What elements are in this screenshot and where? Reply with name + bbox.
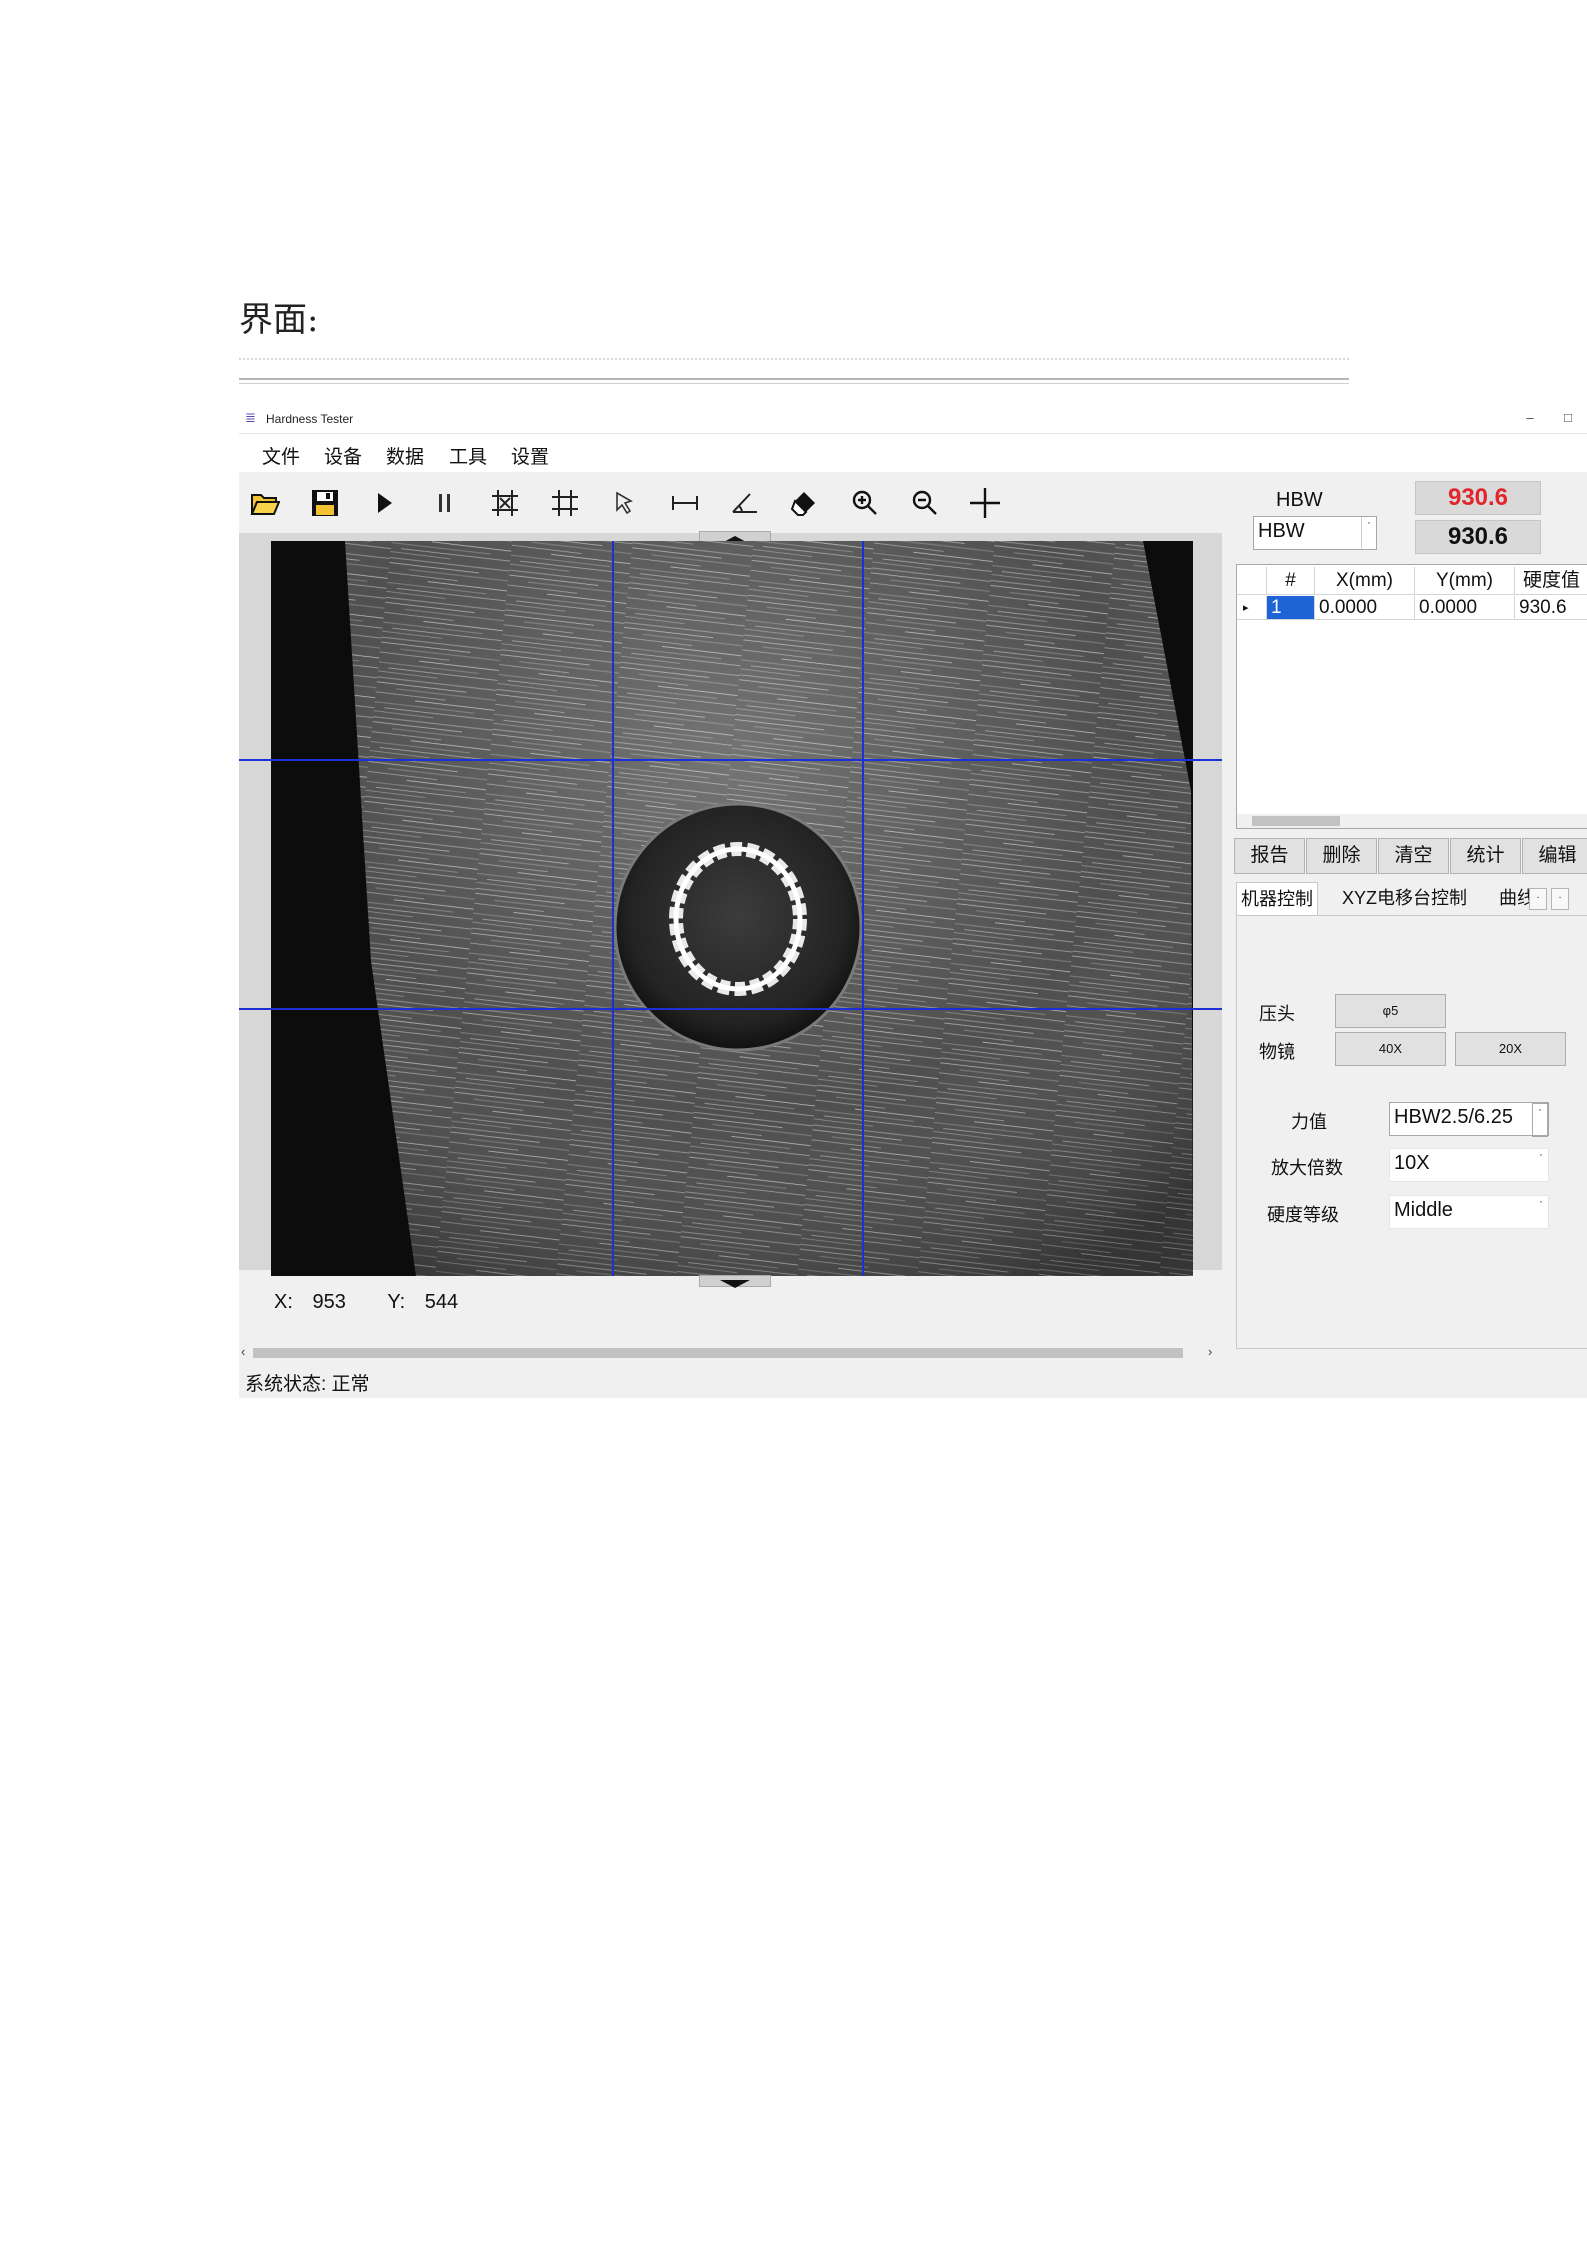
machine-control-panel: 压头 φ5 物镜 40X 20X 力值 HBW2.5/6.25 · 放大倍数 1… [1236, 915, 1587, 1349]
crosshair-icon[interactable] [965, 484, 1005, 522]
menu-file[interactable]: 文件 [262, 442, 300, 469]
open-folder-icon[interactable] [245, 484, 285, 522]
double-divider [239, 378, 1349, 384]
table-cell-y[interactable]: 0.0000 [1415, 596, 1515, 620]
y-coordinate-value: 544 [424, 1291, 459, 1313]
indenter-button[interactable]: φ5 [1335, 994, 1446, 1028]
objective-20x-button[interactable]: 20X [1455, 1032, 1566, 1066]
table-cell-x[interactable]: 0.0000 [1315, 596, 1415, 620]
status-bar: 系统状态: 正常 [239, 1361, 1587, 1398]
x-coordinate-label: X: [274, 1291, 293, 1313]
chevron-down-icon[interactable]: · [1534, 1149, 1548, 1181]
menu-data[interactable]: 数据 [386, 442, 424, 469]
objective-40x-button[interactable]: 40X [1335, 1032, 1446, 1066]
select-pointer-icon[interactable] [605, 484, 645, 522]
tab-scroll-right-icon[interactable]: · [1551, 888, 1569, 910]
save-icon[interactable] [305, 484, 345, 522]
app-window: ≣ Hardness Tester – □ 文件 设备 数据 工具 设置 X: … [239, 405, 1587, 1398]
zoom-in-icon[interactable] [845, 484, 885, 522]
magnification-select[interactable]: 10X · [1389, 1148, 1549, 1182]
tab-xyz-stage-control[interactable]: XYZ电移台控制 [1338, 882, 1471, 915]
indenter-label: 压头 [1259, 1004, 1295, 1024]
eraser-icon[interactable] [785, 484, 825, 522]
chevron-down-icon[interactable]: · [1361, 517, 1376, 549]
y-coordinate-label: Y: [387, 1291, 406, 1313]
results-table[interactable]: # X(mm) Y(mm) 硬度值 ▸ 1 0.0000 0.0000 930.… [1236, 564, 1587, 829]
objective-label: 物镜 [1259, 1042, 1295, 1062]
column-header-y[interactable]: Y(mm) [1415, 567, 1515, 595]
edit-button[interactable]: 编辑 [1522, 838, 1587, 874]
magnification-select-value: 10X [1394, 1152, 1430, 1174]
scrollbar-thumb[interactable] [253, 1348, 1183, 1358]
x-coordinate-value: 953 [312, 1291, 346, 1313]
horizontal-scrollbar[interactable]: ‹ › [239, 1344, 1222, 1360]
tab-machine-control[interactable]: 机器控制 [1236, 882, 1318, 916]
statistics-button[interactable]: 统计 [1450, 838, 1521, 874]
image-viewer[interactable] [239, 531, 1222, 1288]
hardness-scale-select-value: HBW [1258, 520, 1305, 542]
document-heading: 界面: [239, 300, 319, 340]
force-select[interactable]: HBW2.5/6.25 · [1389, 1102, 1549, 1137]
force-label: 力值 [1291, 1112, 1327, 1132]
row-header-corner [1237, 567, 1267, 595]
system-status: 系统状态: 正常 [245, 1374, 370, 1395]
delete-button[interactable]: 删除 [1306, 838, 1377, 874]
guide-line-top[interactable] [239, 759, 1222, 761]
hardness-scale-select[interactable]: HBW · [1253, 516, 1377, 550]
hardness-level-select-value: Middle [1394, 1199, 1453, 1221]
hardness-level-label: 硬度等级 [1267, 1205, 1339, 1225]
magnification-label: 放大倍数 [1271, 1158, 1343, 1178]
play-icon[interactable] [365, 484, 405, 522]
cursor-coordinates: X: 953 Y: 544 [274, 1291, 458, 1314]
force-select-value: HBW2.5/6.25 [1394, 1106, 1513, 1128]
tab-strip: 机器控制 XYZ电移台控制 曲线 · · [1236, 882, 1587, 916]
clear-button[interactable]: 清空 [1378, 838, 1449, 874]
table-cell-hardness[interactable]: 930.6 [1515, 596, 1587, 620]
hardness-value-primary: 930.6 [1415, 481, 1541, 515]
guide-line-bottom[interactable] [239, 1008, 1222, 1010]
table-scrollbar-thumb[interactable] [1252, 816, 1340, 826]
hardness-level-select[interactable]: Middle · [1389, 1195, 1549, 1229]
report-button[interactable]: 报告 [1234, 838, 1305, 874]
dotted-divider [239, 358, 1349, 360]
chevron-down-icon[interactable]: · [1532, 1103, 1548, 1137]
menu-device[interactable]: 设备 [324, 442, 362, 469]
tab-curve[interactable]: 曲线 [1495, 882, 1531, 915]
minimize-button[interactable]: – [1519, 408, 1541, 428]
column-header-hardness[interactable]: 硬度值 [1515, 567, 1587, 595]
toolbar [239, 472, 1229, 532]
hardness-value-secondary: 930.6 [1415, 520, 1541, 554]
scroll-down-arrow-icon[interactable] [699, 1275, 771, 1288]
tab-scroll-left-icon[interactable]: · [1529, 888, 1547, 910]
grid-icon[interactable] [545, 484, 585, 522]
measure-angle-icon[interactable] [725, 484, 765, 522]
zoom-out-icon[interactable] [905, 484, 945, 522]
maximize-button[interactable]: □ [1557, 408, 1579, 428]
measure-distance-icon[interactable] [665, 484, 705, 522]
app-icon: ≣ [245, 410, 256, 425]
table-cell-index[interactable]: 1 [1267, 596, 1315, 620]
window-title: Hardness Tester [266, 412, 354, 426]
pause-icon[interactable] [425, 484, 465, 522]
scroll-left-icon[interactable]: ‹ [241, 1344, 245, 1359]
table-horizontal-scrollbar[interactable] [1237, 814, 1587, 828]
column-header-index[interactable]: # [1267, 567, 1315, 595]
auto-measure-icon[interactable] [485, 484, 525, 522]
hardness-scale-label: HBW [1276, 489, 1323, 511]
chevron-down-icon[interactable]: · [1534, 1196, 1548, 1228]
scroll-right-icon[interactable]: › [1208, 1344, 1212, 1359]
column-header-x[interactable]: X(mm) [1315, 567, 1415, 595]
specimen-image[interactable] [271, 541, 1193, 1276]
row-selector-icon[interactable]: ▸ [1237, 596, 1267, 620]
menu-tools[interactable]: 工具 [449, 442, 487, 469]
title-bar: ≣ Hardness Tester – □ [239, 405, 1587, 434]
menu-bar: 文件 设备 数据 工具 设置 [239, 434, 1587, 472]
menu-settings[interactable]: 设置 [511, 442, 549, 469]
